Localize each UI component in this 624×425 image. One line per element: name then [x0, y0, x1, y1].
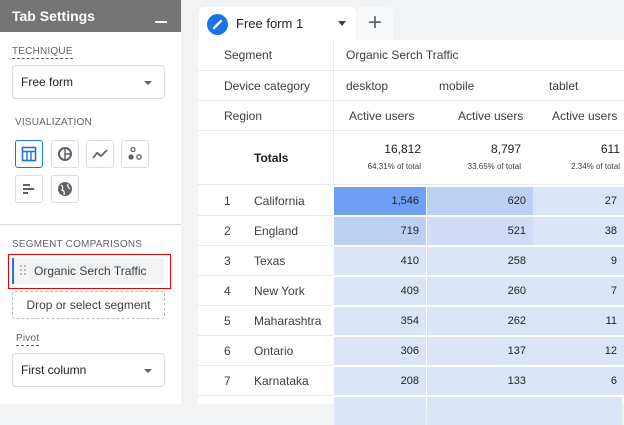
- total-mobile: 8,797: [490, 142, 521, 156]
- heatmap-cell: 38: [533, 217, 624, 245]
- heatmap-cell: 260: [427, 277, 533, 305]
- segment-label: Segment: [224, 48, 273, 62]
- heatmap-cell: [334, 397, 426, 425]
- region-name: California: [254, 194, 305, 208]
- heatmap-cell: 354: [334, 307, 426, 335]
- device-desktop: desktop: [346, 79, 389, 93]
- heatmap-cell: 409: [334, 277, 426, 305]
- heatmap-cell: 262: [427, 307, 533, 335]
- bar-chart-icon[interactable]: [15, 175, 43, 203]
- table-icon[interactable]: [15, 140, 43, 168]
- scatter-icon[interactable]: [121, 140, 149, 168]
- pivot-select[interactable]: First column: [12, 353, 165, 387]
- total-pct-desktop: 64.31% of total: [367, 162, 421, 171]
- heatmap-cell: 1,546: [334, 187, 426, 215]
- row-number: 7: [224, 374, 231, 388]
- heatmap-cell: 137: [427, 337, 533, 365]
- region-name: Texas: [254, 254, 286, 268]
- segment-comparisons-label: SEGMENT COMPARISONS: [12, 239, 143, 250]
- heatmap-cell: 306: [334, 337, 426, 365]
- donut-chart-icon[interactable]: [51, 140, 79, 168]
- tab-menu-icon[interactable]: [338, 21, 346, 26]
- metric-mobile: Active users: [458, 109, 524, 123]
- row-number: 2: [224, 224, 231, 238]
- heatmap-cell: 12: [533, 337, 624, 365]
- metric-desktop: Active users: [349, 109, 415, 123]
- heatmap-cell: 27: [533, 187, 624, 215]
- pivot-value: First column: [21, 363, 87, 377]
- heatmap-cell: 208: [334, 367, 426, 395]
- region-label: Region: [224, 109, 263, 123]
- pivot-label: Pivot: [16, 333, 40, 346]
- chevron-down-icon: [144, 369, 152, 373]
- panel-gutter: [181, 0, 198, 404]
- region-name: Maharashtra: [254, 314, 322, 328]
- heatmap-cell: 133: [427, 367, 533, 395]
- row-number: 1: [224, 194, 231, 208]
- technique-label: TECHNIQUE: [12, 46, 73, 59]
- total-pct-mobile: 33.65% of total: [467, 162, 521, 171]
- visualization-label: VISUALIZATION: [15, 117, 92, 128]
- tab-label: Free form 1: [236, 16, 304, 31]
- highlight-box: [8, 254, 171, 289]
- heatmap-cell: 521: [427, 217, 533, 245]
- line-chart-icon[interactable]: [86, 140, 114, 168]
- heatmap-cell: 719: [334, 217, 426, 245]
- row-number: 5: [224, 314, 231, 328]
- pencil-icon: [207, 14, 228, 35]
- heatmap-cell: 410: [334, 247, 426, 275]
- segment-value: Organic Serch Traffic: [346, 48, 459, 62]
- heatmap-cell: 258: [427, 247, 533, 275]
- panel-title: Tab Settings: [12, 8, 95, 24]
- totals-label: Totals: [254, 151, 289, 165]
- region-name: Ontario: [254, 344, 294, 358]
- device-mobile: mobile: [439, 79, 475, 93]
- divider: [0, 224, 181, 225]
- heatmap-cell: 11: [533, 307, 624, 335]
- region-name: England: [254, 224, 299, 238]
- freeform-table: Segment Organic Serch Traffic Device cat…: [198, 40, 624, 425]
- heatmap-cell: 620: [427, 187, 533, 215]
- region-name: Karnataka: [254, 374, 309, 388]
- total-desktop: 16,812: [384, 142, 421, 156]
- technique-select[interactable]: Free form: [12, 65, 165, 99]
- device-tablet: tablet: [549, 79, 579, 93]
- row-number: 3: [224, 254, 231, 268]
- device-category-label: Device category: [224, 79, 311, 93]
- row-number: 4: [224, 284, 231, 298]
- tab-free-form-1[interactable]: Free form 1: [199, 7, 356, 41]
- chevron-down-icon: [144, 81, 152, 85]
- heatmap-cell: 9: [533, 247, 624, 275]
- region-name: New York: [254, 284, 305, 298]
- minimize-icon[interactable]: [155, 21, 167, 23]
- heatmap-cell: 7: [533, 277, 624, 305]
- globe-icon[interactable]: [51, 175, 79, 203]
- row-number: 6: [224, 344, 231, 358]
- total-pct-tablet: 2.34% of total: [571, 162, 620, 171]
- heatmap-cell: 6: [533, 367, 624, 395]
- heatmap-cell: [427, 397, 622, 425]
- technique-value: Free form: [21, 75, 74, 89]
- total-tablet: 611: [600, 142, 620, 156]
- tab-settings-panel: Tab Settings TECHNIQUE Free form VISUALI…: [0, 0, 181, 404]
- add-tab-button[interactable]: +: [357, 7, 393, 41]
- drop-segment-zone[interactable]: Drop or select segment: [12, 291, 165, 319]
- metric-tablet: Active users: [552, 109, 618, 123]
- panel-header: Tab Settings: [0, 0, 181, 32]
